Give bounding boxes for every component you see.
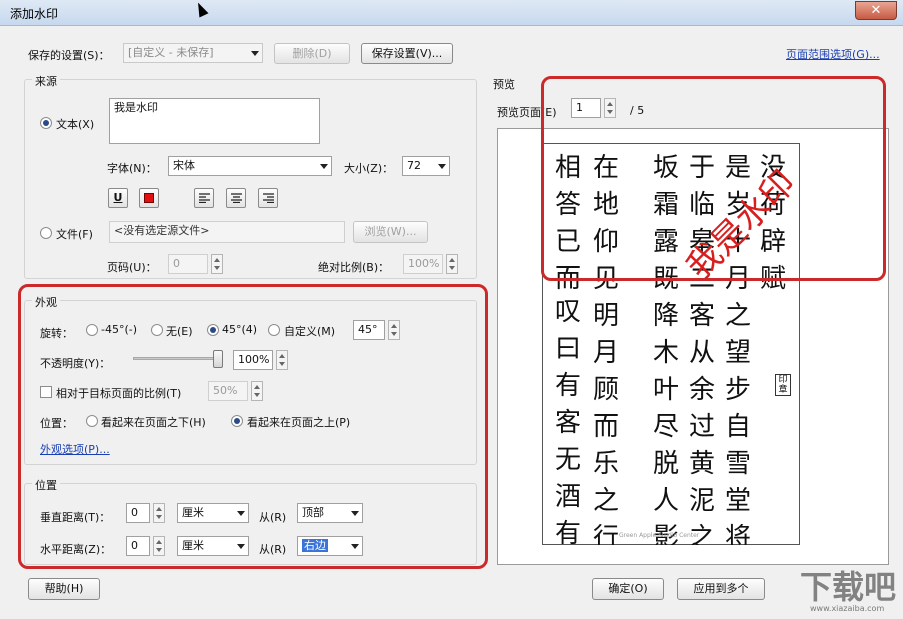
align-center-button[interactable] [226, 188, 246, 208]
saved-settings-label: 保存的设置(S)： [28, 49, 110, 62]
window-title: 添加水印 [10, 7, 59, 21]
save-settings-button[interactable]: 保存设置(V)... [361, 43, 453, 64]
size-label: 大小(Z)： [344, 162, 394, 175]
help-button[interactable]: 帮助(H) [28, 578, 100, 600]
seal-stamp: 印章 [775, 374, 791, 396]
align-left-icon [199, 193, 210, 203]
chevron-down-icon [320, 164, 328, 169]
page-number-input[interactable]: 0 [168, 254, 208, 274]
color-swatch-icon [144, 193, 154, 203]
page-number-label: 页码(U)： [107, 261, 157, 274]
source-file-field[interactable]: <没有选定源文件> [109, 221, 345, 243]
abs-scale-input[interactable]: 100% [403, 254, 443, 274]
align-right-icon [263, 193, 274, 203]
chevron-down-icon [251, 51, 259, 56]
align-right-button[interactable] [258, 188, 278, 208]
page-number-value: 0 [173, 257, 180, 270]
source-file-value: <没有选定源文件> [114, 224, 210, 237]
highlight-box-appearance [18, 284, 488, 569]
font-value: 宋体 [173, 159, 195, 172]
file-source-label: 文件(F) [56, 228, 93, 241]
browse-button[interactable]: 浏览(W)... [353, 221, 428, 243]
abs-scale-value: 100% [408, 257, 440, 270]
calligraphy-column: 叹曰有客无酒有 [554, 297, 581, 544]
color-button[interactable] [139, 188, 159, 208]
size-select[interactable]: 72 [402, 156, 450, 176]
page-range-options-link[interactable]: 页面范围选项(G)... [786, 46, 880, 62]
watermark-text-value: 我是水印 [114, 101, 158, 114]
site-logo: 下载吧 [800, 568, 897, 606]
saved-settings-select[interactable]: [自定义 - 未保存] [123, 43, 263, 63]
source-group-title: 来源 [32, 73, 60, 89]
font-label: 字体(N)： [107, 162, 157, 175]
abs-scale-label: 绝对比例(B)： [318, 261, 390, 274]
file-source-radio[interactable] [40, 227, 52, 239]
align-left-button[interactable] [194, 188, 214, 208]
text-source-label: 文本(X) [56, 118, 95, 131]
delete-button[interactable]: 删除(D) [274, 43, 350, 64]
site-url: www.xiazaiba.com [810, 604, 885, 613]
font-select[interactable]: 宋体 [168, 156, 332, 176]
title-bar [0, 0, 903, 26]
apply-multiple-button[interactable]: 应用到多个 [677, 578, 765, 600]
ok-button[interactable]: 确定(O) [592, 578, 664, 600]
chevron-down-icon [438, 164, 446, 169]
page-number-spinner[interactable] [211, 254, 223, 274]
abs-scale-spinner[interactable] [446, 254, 458, 274]
text-source-radio[interactable] [40, 117, 52, 129]
watermark-text-input[interactable]: 我是水印 [109, 98, 320, 144]
underline-button[interactable]: U [108, 188, 128, 208]
page-footer-text: Green Apple Studio Center [619, 532, 700, 539]
close-button[interactable]: ✕ [855, 1, 897, 20]
highlight-box-preview [541, 76, 886, 281]
saved-settings-value: [自定义 - 未保存] [128, 46, 214, 59]
size-value: 72 [407, 159, 421, 172]
preview-group-title: 预览 [493, 78, 515, 91]
align-center-icon [231, 193, 242, 203]
